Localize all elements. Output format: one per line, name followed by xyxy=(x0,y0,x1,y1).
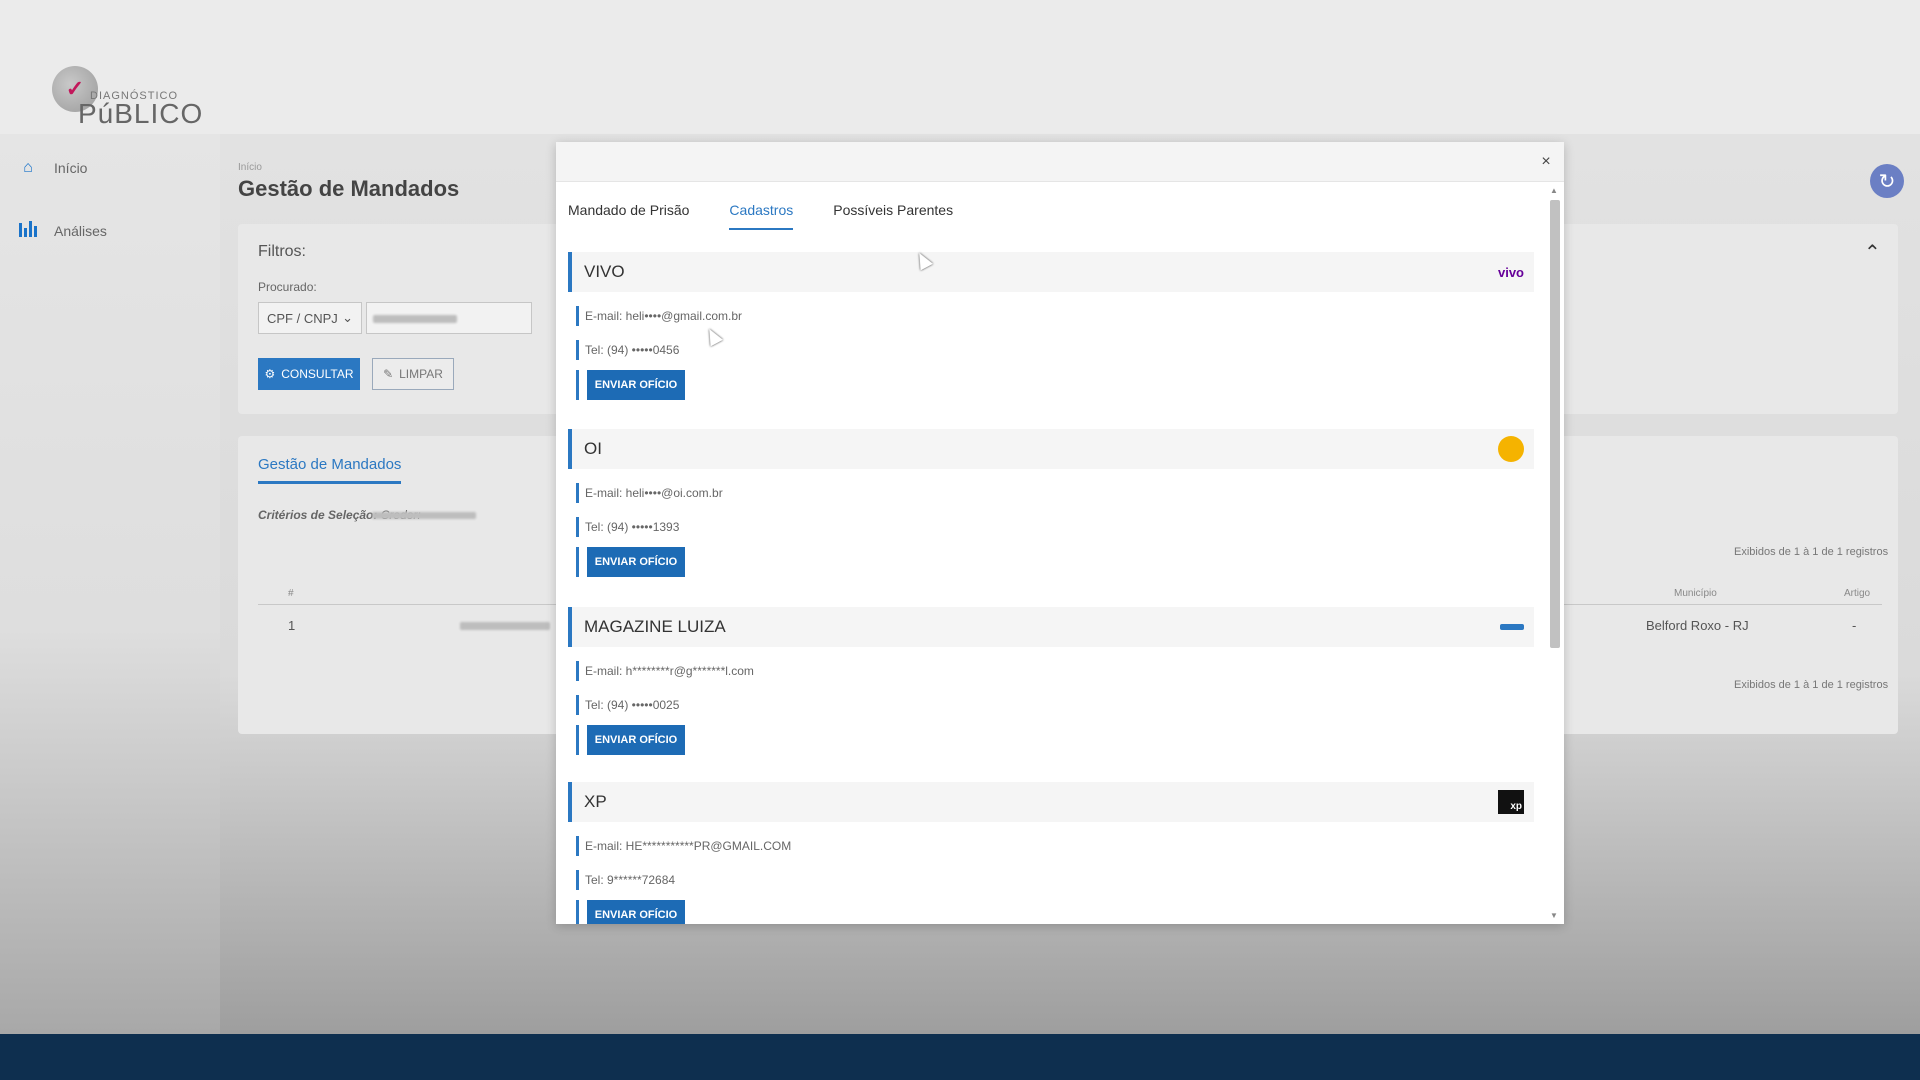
header-municipio: Município xyxy=(1674,588,1717,599)
sidebar-item-label: Análises xyxy=(54,223,107,239)
page-title: Gestão de Mandados xyxy=(238,176,460,201)
scroll-thumb[interactable] xyxy=(1550,200,1560,648)
document-input[interactable] xyxy=(366,302,532,334)
footer-band xyxy=(0,1034,1920,1080)
cadastros-list: VIVO vivo E-mail: heli••••@gmail.com.br … xyxy=(568,252,1534,924)
card-email: E-mail: heli••••@oi.com.br xyxy=(576,483,1534,503)
row-municipio: Belford Roxo - RJ xyxy=(1646,618,1749,633)
limpar-button[interactable]: ✎ LIMPAR xyxy=(372,358,454,390)
xp-logo-icon: xp xyxy=(1498,790,1524,814)
redacted-criteria xyxy=(372,512,476,519)
chevron-down-icon: ⌄ xyxy=(342,310,353,325)
procurado-label: Procurado: xyxy=(258,280,317,294)
sidebar-item-inicio[interactable]: ⌂ Início xyxy=(18,156,87,180)
card-header: VIVO vivo xyxy=(568,252,1534,292)
card-oi: OI E-mail: heli••••@oi.com.br Tel: (94) … xyxy=(568,429,1534,607)
modal-header: × xyxy=(556,142,1564,182)
sidebar-item-label: Início xyxy=(54,160,88,176)
redacted-value xyxy=(373,315,457,323)
gears-icon: ⚙ xyxy=(264,367,276,381)
card-email: E-mail: HE***********PR@GMAIL.COM xyxy=(576,836,1534,856)
card-phone: Tel: 9******72684 xyxy=(576,870,1534,890)
enviar-oficio-button[interactable]: ENVIAR OFÍCIO xyxy=(587,725,685,755)
header-index: # xyxy=(288,588,294,599)
card-header: OI xyxy=(568,429,1534,469)
card-xp: XP xp E-mail: HE***********PR@GMAIL.COM … xyxy=(568,782,1534,924)
enviar-oficio-button[interactable]: ENVIAR OFÍCIO xyxy=(587,547,685,577)
card-title: OI xyxy=(584,439,602,458)
button-wrapper: ENVIAR OFÍCIO xyxy=(576,547,1534,577)
oi-logo-icon xyxy=(1498,436,1524,462)
modal-tabs: Mandado de Prisão Cadastros Possíveis Pa… xyxy=(568,202,953,230)
sidebar-item-analises[interactable]: Análises xyxy=(18,219,107,243)
tab-cadastros[interactable]: Cadastros xyxy=(729,202,794,230)
limpar-label: LIMPAR xyxy=(399,367,443,381)
chevron-up-icon[interactable]: ⌃ xyxy=(1864,240,1881,265)
eraser-icon: ✎ xyxy=(383,367,394,381)
document-type-select[interactable]: CPF / CNPJ ⌄ xyxy=(258,302,362,334)
card-header: XP xp xyxy=(568,782,1534,822)
cadastros-modal: × Mandado de Prisão Cadastros Possíveis … xyxy=(556,142,1564,924)
card-magazine-luiza: MAGAZINE LUIZA E-mail: h********r@g*****… xyxy=(568,607,1534,782)
filters-label: Filtros: xyxy=(258,243,306,260)
top-bar xyxy=(0,0,1920,134)
button-wrapper: ENVIAR OFÍCIO xyxy=(576,725,1534,755)
card-phone: Tel: (94) •••••1393 xyxy=(576,517,1534,537)
consultar-button[interactable]: ⚙ CONSULTAR xyxy=(258,358,360,390)
tab-possiveis-parentes[interactable]: Possíveis Parentes xyxy=(833,202,953,230)
enviar-oficio-button[interactable]: ENVIAR OFÍCIO xyxy=(587,370,685,400)
card-phone: Tel: (94) •••••0025 xyxy=(576,695,1534,715)
scroll-up-icon[interactable]: ▲ xyxy=(1550,186,1558,195)
card-phone: Tel: (94) •••••0456 xyxy=(576,340,1534,360)
home-icon: ⌂ xyxy=(23,159,33,176)
header-artigo: Artigo xyxy=(1844,588,1871,599)
logo-big-text: PúBLICO xyxy=(78,98,204,129)
row-artigo: - xyxy=(1852,618,1857,633)
records-count-bottom: Exibidos de 1 à 1 de 1 registros xyxy=(1734,679,1889,691)
card-vivo: VIVO vivo E-mail: heli••••@gmail.com.br … xyxy=(568,252,1534,429)
sidebar xyxy=(0,134,220,1034)
row-index: 1 xyxy=(288,618,296,633)
tab-gestao-mandados[interactable]: Gestão de Mandados xyxy=(258,456,402,484)
card-header: MAGAZINE LUIZA xyxy=(568,607,1534,647)
records-count-top: Exibidos de 1 à 1 de 1 registros xyxy=(1734,546,1889,558)
vivo-logo-icon: vivo xyxy=(1497,264,1524,280)
app-logo[interactable]: ✓ DIAGNÓSTICO PúBLICO xyxy=(50,62,202,129)
bar-chart-icon xyxy=(18,220,38,242)
scroll-down-icon[interactable]: ▼ xyxy=(1550,911,1558,920)
enviar-oficio-button[interactable]: ENVIAR OFÍCIO xyxy=(587,900,685,924)
close-icon[interactable]: × xyxy=(1538,154,1554,170)
card-email: E-mail: h********r@g*******l.com xyxy=(576,661,1534,681)
select-value: CPF / CNPJ xyxy=(267,310,338,326)
card-email: E-mail: heli••••@gmail.com.br xyxy=(576,306,1534,326)
card-title: MAGAZINE LUIZA xyxy=(584,617,726,636)
tab-mandado-de-prisao[interactable]: Mandado de Prisão xyxy=(568,202,689,230)
redacted-cell xyxy=(460,622,550,630)
button-wrapper: ENVIAR OFÍCIO xyxy=(576,370,1534,400)
modal-scrollbar[interactable]: ▲ ▼ xyxy=(1548,186,1560,920)
refresh-icon[interactable]: ↻ xyxy=(1870,164,1904,198)
card-title: VIVO xyxy=(584,262,625,281)
breadcrumb[interactable]: Início xyxy=(238,162,262,173)
button-wrapper: ENVIAR OFÍCIO xyxy=(576,900,1534,924)
magalu-logo-icon xyxy=(1500,624,1524,630)
card-title: XP xyxy=(584,792,607,811)
criterios-label: Critérios de Seleção: xyxy=(258,508,378,522)
consultar-label: CONSULTAR xyxy=(281,367,354,381)
